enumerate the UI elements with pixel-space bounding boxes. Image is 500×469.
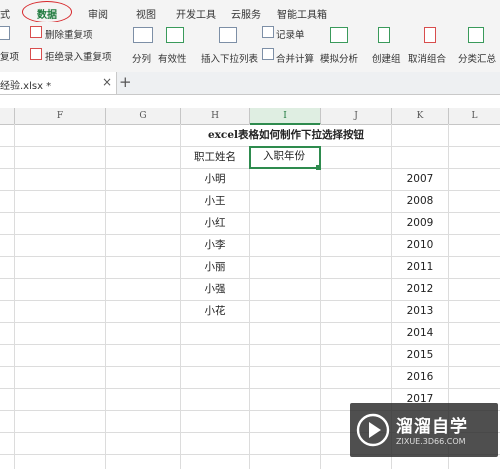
menu-item-view[interactable]: 视图 <box>136 6 156 21</box>
column-header-F[interactable]: F <box>15 108 106 125</box>
column-header-G[interactable]: G <box>106 108 181 125</box>
create-group-icon <box>378 27 390 43</box>
highlight-duplicates-icon <box>0 26 10 40</box>
reject-duplicates-icon <box>30 48 42 60</box>
header-name-cell[interactable]: 职工姓名 <box>181 147 249 168</box>
ribbon-toolbar: 删除重复项 复项 拒绝录入重复项 分列 有效性 插入下拉列表 记录单 合并计算 … <box>0 22 500 73</box>
insert-dropdown-list-button[interactable]: 插入下拉列表 <box>201 51 258 65</box>
year-cell[interactable]: 2013 <box>392 301 448 322</box>
create-group-button[interactable]: 创建组 <box>372 51 401 65</box>
subtotal-button[interactable]: 分类汇总 <box>458 51 496 65</box>
fill-handle[interactable] <box>316 165 321 170</box>
file-tab[interactable]: 经验.xlsx * × <box>0 72 117 94</box>
year-cell[interactable]: 2010 <box>392 235 448 256</box>
reject-duplicates-button[interactable]: 拒绝录入重复项 <box>45 49 112 63</box>
menu-bar: 式 数据 审阅 视图 开发工具 云服务 智能工具箱 <box>0 0 500 23</box>
year-cell[interactable]: 2009 <box>392 213 448 234</box>
what-if-analysis-icon <box>330 27 348 43</box>
watermark-badge: 溜溜自学 ZIXUE.3D66.COM <box>350 403 498 457</box>
grid-line <box>105 124 106 469</box>
year-cell[interactable]: 2008 <box>392 191 448 212</box>
grid-line <box>249 124 250 469</box>
validity-icon <box>166 27 184 43</box>
year-cell[interactable]: 2015 <box>392 345 448 366</box>
split-column-icon <box>133 27 153 43</box>
delete-duplicates-icon <box>30 26 42 38</box>
name-cell[interactable]: 小红 <box>181 213 249 234</box>
insert-dropdown-icon <box>219 27 237 43</box>
menu-item-formula[interactable]: 式 <box>0 6 10 21</box>
play-logo-icon <box>356 413 390 447</box>
name-cell[interactable]: 小明 <box>181 169 249 190</box>
record-sheet-button[interactable]: 记录单 <box>276 27 305 41</box>
name-cell[interactable]: 小王 <box>181 191 249 212</box>
close-tab-icon[interactable]: × <box>102 75 112 89</box>
delete-duplicates-button[interactable]: 删除重复项 <box>45 27 93 41</box>
what-if-analysis-button[interactable]: 模拟分析 <box>320 51 358 65</box>
consolidate-button[interactable]: 合并计算 <box>276 51 314 65</box>
menu-item-developer[interactable]: 开发工具 <box>176 6 216 21</box>
duplicates-dropdown-button[interactable]: 复项 <box>0 49 19 63</box>
column-header-K[interactable]: K <box>392 108 449 125</box>
year-cell[interactable]: 2012 <box>392 279 448 300</box>
year-cell[interactable]: 2011 <box>392 257 448 278</box>
column-header-E[interactable] <box>0 108 15 125</box>
subtotal-icon <box>468 27 484 43</box>
red-annotation-circle <box>22 1 72 23</box>
column-header-H[interactable]: H <box>181 108 250 125</box>
header-year-cell[interactable]: 入职年份 <box>251 147 317 166</box>
validity-button[interactable]: 有效性 <box>158 51 187 65</box>
column-header-I[interactable]: I <box>250 108 321 125</box>
year-cell[interactable]: 2007 <box>392 169 448 190</box>
formula-bar[interactable] <box>0 95 500 109</box>
name-cell[interactable]: 小强 <box>181 279 249 300</box>
add-tab-icon[interactable]: + <box>119 73 132 91</box>
name-cell[interactable]: 小李 <box>181 235 249 256</box>
split-column-button[interactable]: 分列 <box>132 51 151 65</box>
ungroup-icon <box>424 27 436 43</box>
ungroup-button[interactable]: 取消组合 <box>408 51 446 65</box>
record-sheet-icon <box>262 26 274 38</box>
name-cell[interactable]: 小丽 <box>181 257 249 278</box>
name-cell[interactable]: 小花 <box>181 301 249 322</box>
column-header-J[interactable]: J <box>321 108 392 125</box>
grid-line <box>14 124 15 469</box>
grid-line <box>320 124 321 469</box>
consolidate-icon <box>262 48 274 60</box>
year-cell[interactable]: 2016 <box>392 367 448 388</box>
sheet-title-cell[interactable]: excel表格如何制作下拉选择按钮 <box>181 125 391 146</box>
menu-item-cloud[interactable]: 云服务 <box>231 6 261 21</box>
watermark-url: ZIXUE.3D66.COM <box>396 437 466 446</box>
menu-item-smart-tools[interactable]: 智能工具箱 <box>277 6 327 21</box>
menu-item-review[interactable]: 审阅 <box>88 6 108 21</box>
file-tab-label: 经验.xlsx * <box>0 81 52 92</box>
year-cell[interactable]: 2014 <box>392 323 448 344</box>
document-tab-bar: 经验.xlsx * × + <box>0 72 500 95</box>
watermark-brand: 溜溜自学 <box>396 417 468 437</box>
column-header-L[interactable]: L <box>449 108 500 125</box>
